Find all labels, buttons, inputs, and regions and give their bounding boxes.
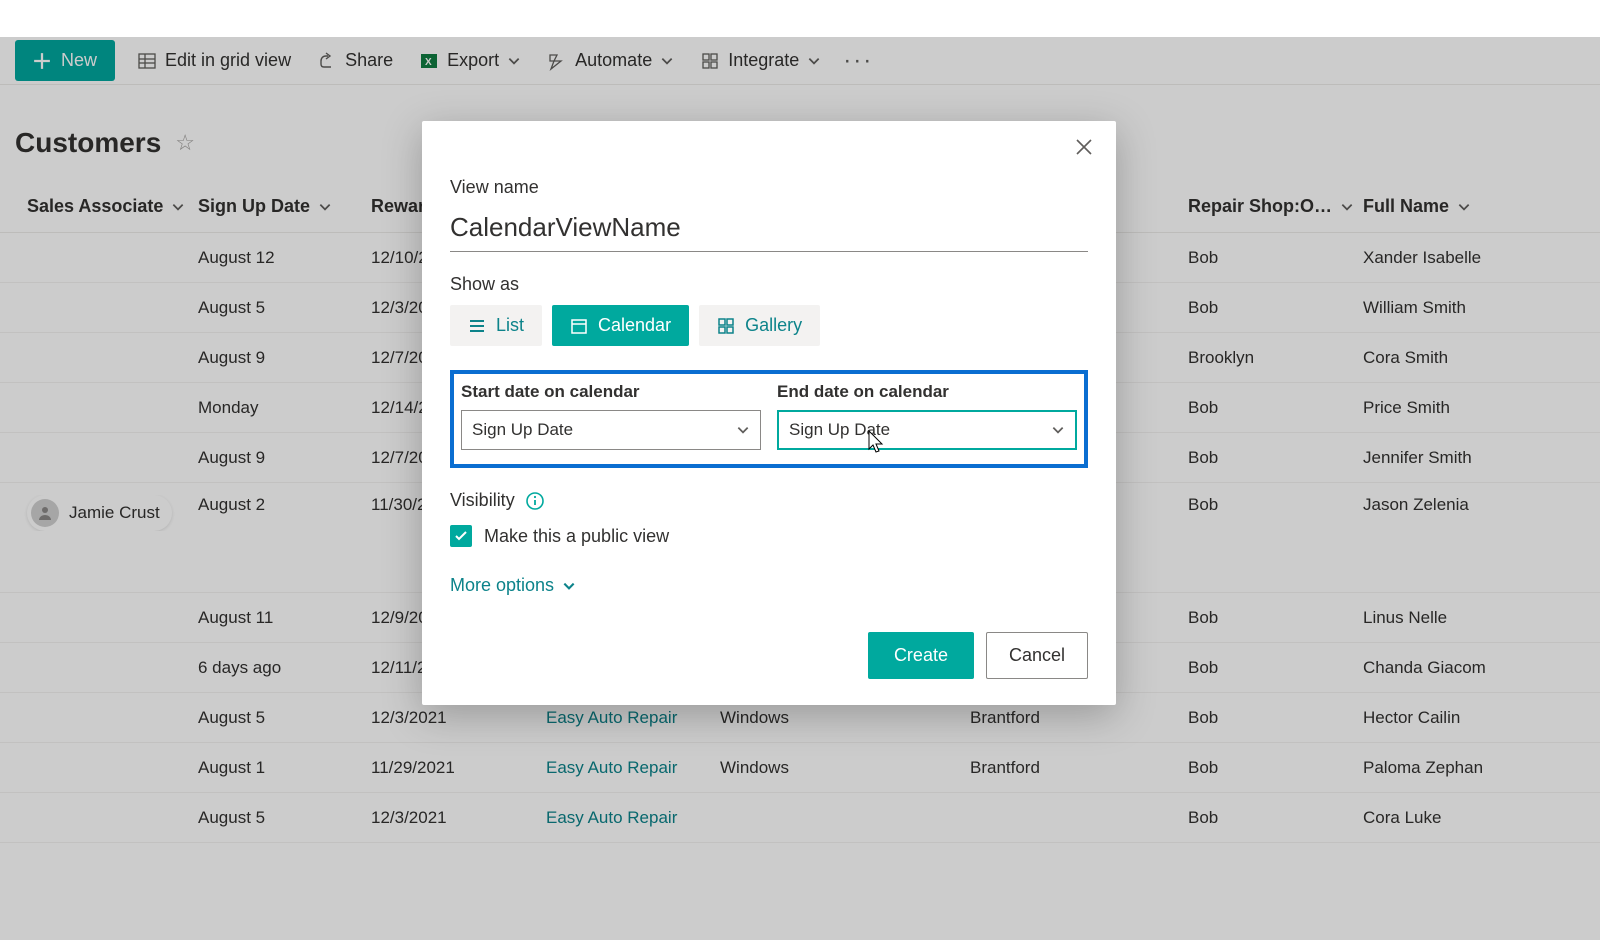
visibility-label: Visibility	[450, 490, 515, 511]
end-date-value: Sign Up Date	[789, 420, 890, 440]
chevron-down-icon	[736, 423, 750, 437]
show-as-list[interactable]: List	[450, 305, 542, 346]
cancel-button[interactable]: Cancel	[986, 632, 1088, 679]
start-date-value: Sign Up Date	[472, 420, 573, 440]
more-options-label: More options	[450, 575, 554, 596]
close-icon	[1074, 137, 1094, 157]
list-label: List	[496, 315, 524, 336]
public-view-checkbox[interactable]	[450, 525, 472, 547]
create-button[interactable]: Create	[868, 632, 974, 679]
end-date-dropdown[interactable]: Sign Up Date	[777, 410, 1077, 450]
gallery-label: Gallery	[745, 315, 802, 336]
public-view-label: Make this a public view	[484, 526, 669, 547]
view-name-input[interactable]	[450, 208, 1088, 252]
chevron-down-icon	[1051, 423, 1065, 437]
show-as-calendar[interactable]: Calendar	[552, 305, 689, 346]
gallery-icon	[717, 317, 735, 335]
list-icon	[468, 317, 486, 335]
view-name-label: View name	[450, 177, 1088, 198]
close-button[interactable]	[1074, 135, 1094, 161]
more-options-link[interactable]: More options	[450, 575, 1088, 596]
date-fields-highlight: Start date on calendar Sign Up Date End …	[450, 370, 1088, 468]
start-date-dropdown[interactable]: Sign Up Date	[461, 410, 761, 450]
chevron-down-icon	[562, 579, 576, 593]
info-icon[interactable]	[525, 491, 545, 511]
end-date-label: End date on calendar	[777, 382, 1077, 402]
start-date-label: Start date on calendar	[461, 382, 761, 402]
public-view-checkbox-row[interactable]: Make this a public view	[450, 525, 1088, 547]
calendar-icon	[570, 317, 588, 335]
show-as-gallery[interactable]: Gallery	[699, 305, 820, 346]
check-icon	[454, 529, 468, 543]
calendar-label: Calendar	[598, 315, 671, 336]
modal-overlay: View name Show as List Calendar Galler	[0, 37, 1600, 940]
show-as-label: Show as	[450, 274, 1088, 295]
create-view-dialog: View name Show as List Calendar Galler	[422, 121, 1116, 705]
